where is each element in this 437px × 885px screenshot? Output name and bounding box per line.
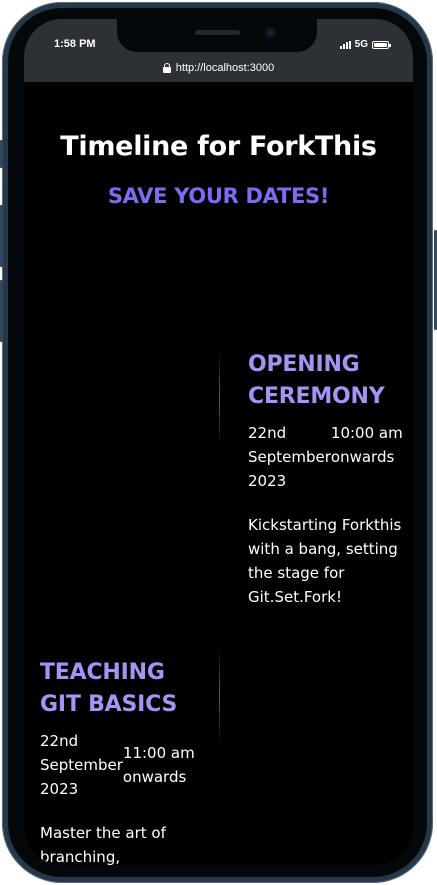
speaker: [195, 30, 240, 35]
address-bar[interactable]: http://localhost:3000: [24, 60, 413, 76]
timeline-event-git-basics: TEACHING GIT BASICS 22nd September 2023 …: [40, 657, 210, 865]
camera-icon: [265, 27, 276, 38]
event-title: TEACHING GIT BASICS: [40, 660, 178, 717]
side-button-left-3: [0, 280, 3, 342]
page-title: Timeline for ForkThis: [60, 131, 377, 162]
page-content: Timeline for ForkThis SAVE YOUR DATES! O…: [24, 82, 413, 865]
event-date: 22nd September 2023: [248, 424, 331, 490]
event-date: 22nd September 2023: [40, 732, 123, 798]
timeline-divider-1: [219, 350, 220, 446]
timeline-divider-2: [219, 647, 220, 743]
timeline-event-opening: OPENING CEREMONY 22nd September 2023 10:…: [248, 349, 413, 609]
page-subtitle: SAVE YOUR DATES!: [107, 184, 330, 208]
phone-mockup: 1:58 PM 5G http://localhost:3000 Timelin…: [0, 0, 437, 885]
event-description: Kickstarting Forkthis with a bang, setti…: [248, 516, 402, 606]
notch: [117, 19, 317, 52]
lock-icon: [162, 63, 171, 73]
event-meta: 22nd September 2023 11:00 am onwards: [40, 729, 210, 801]
event-description: Master the art of branching,: [40, 824, 166, 865]
event-title: OPENING CEREMONY: [248, 352, 385, 409]
battery-icon: [372, 40, 391, 49]
event-meta: 22nd September 2023 10:00 am onwards: [248, 421, 413, 493]
event-time: 11:00 am onwards: [122, 744, 195, 786]
status-indicators: 5G: [339, 39, 391, 50]
event-time: 10:00 am onwards: [330, 424, 403, 466]
url-text[interactable]: http://localhost:3000: [176, 62, 274, 74]
side-button-left-1: [0, 140, 3, 168]
network-label: 5G: [354, 39, 368, 50]
browser-bar: 1:58 PM 5G http://localhost:3000: [24, 19, 413, 82]
status-time: 1:58 PM: [54, 38, 96, 50]
phone-screen: 1:58 PM 5G http://localhost:3000 Timelin…: [24, 19, 413, 865]
signal-icon: [339, 40, 351, 49]
side-button-left-2: [0, 205, 3, 267]
